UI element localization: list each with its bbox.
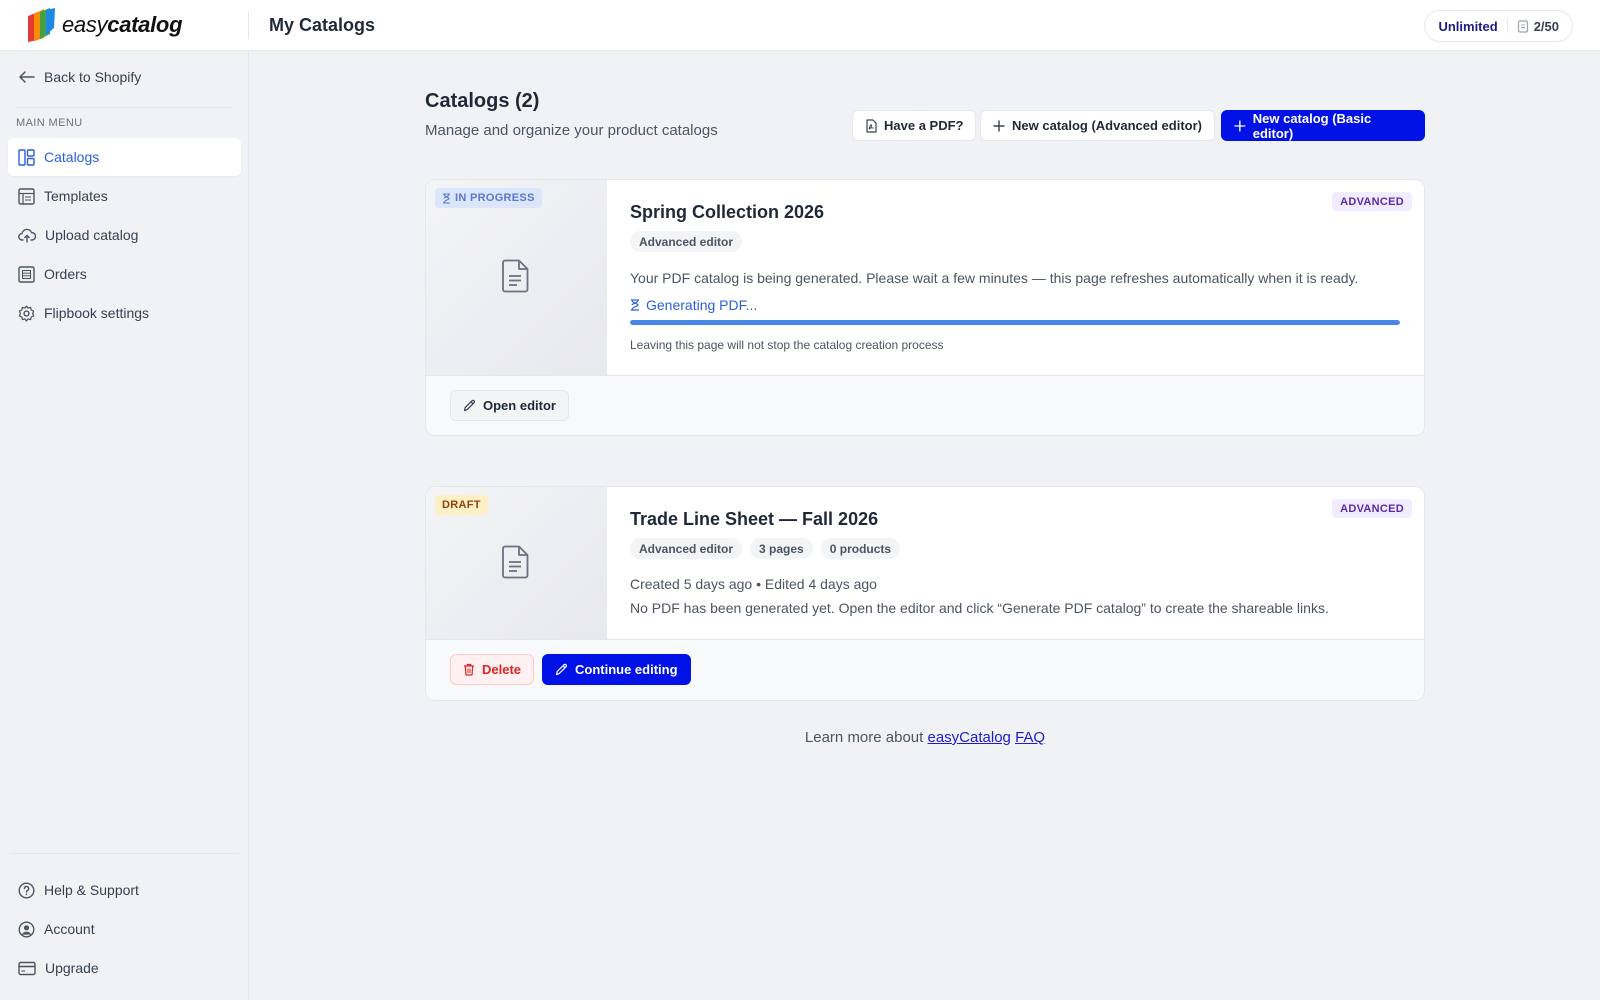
new-catalog-basic-label: New catalog (Basic editor)	[1252, 110, 1372, 141]
orders-icon	[18, 265, 35, 283]
sidebar-item-label: Help & Support	[44, 882, 139, 898]
open-editor-button[interactable]: Open editor	[450, 390, 569, 421]
card-footer: Open editor	[426, 375, 1424, 435]
arrow-left-icon	[19, 71, 35, 83]
layout-grid-icon	[18, 148, 35, 166]
faq-link[interactable]: FAQ	[1015, 729, 1045, 746]
status-badge: DRAFT	[435, 495, 488, 515]
divider	[16, 107, 232, 108]
page-title: My Catalogs	[269, 14, 376, 35]
logo-icon	[28, 8, 55, 42]
plus-icon	[993, 119, 1005, 132]
document-icon	[502, 259, 529, 293]
back-to-shopify-link[interactable]: Back to Shopify	[18, 69, 141, 85]
sidebar-item-label: Orders	[44, 266, 87, 282]
sidebar-item-templates[interactable]: Templates	[8, 177, 241, 215]
catalog-chips: Advanced editor	[630, 231, 743, 252]
catalogs-subtitle: Manage and organize your product catalog…	[425, 122, 718, 139]
catalog-thumbnail[interactable]: IN PROGRESS	[426, 180, 607, 375]
footer-prefix: Learn more about	[804, 729, 924, 746]
plan-label: Unlimited	[1438, 18, 1498, 34]
have-pdf-label: Have a PDF?	[884, 118, 964, 133]
document-icon	[502, 545, 529, 579]
brand-name: easycatalog	[62, 12, 183, 37]
usage-text: 2/50	[1533, 18, 1559, 34]
divider	[10, 853, 239, 854]
gear-icon	[18, 304, 35, 322]
sidebar-item-account[interactable]: Account	[8, 910, 241, 948]
usage-count: 2/50	[1517, 19, 1559, 34]
top-bar: easycatalog My Catalogs Unlimited 2/50	[0, 0, 1600, 51]
new-catalog-advanced-label: New catalog (Advanced editor)	[1012, 118, 1202, 133]
catalog-chips: Advanced editor 3 pages 0 products	[630, 538, 901, 559]
main-menu-heading: MAIN MENU	[16, 117, 83, 129]
sidebar-item-label: Catalogs	[44, 149, 100, 165]
card-footer: Delete Continue editing	[426, 639, 1424, 700]
sidebar-item-orders[interactable]: Orders	[8, 255, 241, 293]
catalogs-title: Catalogs (2)	[425, 90, 540, 112]
credit-card-icon	[18, 961, 36, 975]
process-note: Leaving this page will not stop the cata…	[630, 338, 944, 352]
plan-usage-badge[interactable]: Unlimited 2/50	[1424, 10, 1573, 42]
status-text: IN PROGRESS	[455, 192, 535, 204]
sidebar-item-label: Upgrade	[45, 960, 99, 976]
progress-bar-fill	[630, 320, 1400, 325]
catalogs-header: Catalogs (2) Manage and organize your pr…	[425, 90, 718, 139]
tier-badge: ADVANCED	[1332, 499, 1412, 518]
editor-chip: Advanced editor	[630, 538, 743, 559]
document-icon	[1517, 19, 1528, 33]
help-circle-icon	[18, 881, 35, 899]
sidebar-item-label: Account	[44, 921, 95, 937]
progress-bar	[630, 320, 1400, 325]
catalog-meta: Created 5 days ago • Edited 4 days ago	[630, 576, 877, 592]
have-pdf-button[interactable]: Have a PDF?	[852, 110, 977, 141]
delete-label: Delete	[482, 662, 522, 677]
trash-icon	[464, 663, 474, 676]
catalog-card-spring-collection: IN PROGRESS ADVANCED Spring Collection 2…	[425, 179, 1425, 436]
generating-status: Generating PDF...	[630, 297, 757, 313]
sidebar-item-catalogs[interactable]: Catalogs	[8, 138, 241, 176]
sidebar-item-label: Templates	[44, 188, 108, 204]
file-pdf-icon	[866, 118, 877, 133]
easycatalog-link[interactable]: easyCatalog	[928, 729, 1011, 746]
sidebar-item-help-support[interactable]: Help & Support	[8, 871, 241, 909]
divider	[1506, 19, 1508, 33]
pencil-icon	[463, 399, 475, 412]
pencil-icon	[555, 663, 567, 676]
new-catalog-basic-button[interactable]: New catalog (Basic editor)	[1221, 110, 1425, 141]
generation-message: Your PDF catalog is being generated. Ple…	[630, 270, 1359, 286]
learn-more-footer: Learn more about easyCatalog FAQ	[0, 729, 1600, 746]
new-catalog-advanced-button[interactable]: New catalog (Advanced editor)	[980, 110, 1215, 141]
catalog-thumbnail[interactable]: DRAFT	[426, 487, 607, 639]
sidebar-item-label: Flipbook settings	[44, 305, 150, 321]
sidebar-item-upload-catalog[interactable]: Upload catalog	[8, 216, 241, 254]
continue-editing-button[interactable]: Continue editing	[542, 654, 691, 685]
user-circle-icon	[18, 920, 35, 938]
products-chip: 0 products	[820, 538, 901, 559]
catalog-title[interactable]: Trade Line Sheet — Fall 2026	[630, 509, 878, 530]
delete-button[interactable]: Delete	[450, 654, 535, 685]
brand-logo[interactable]: easycatalog	[0, 8, 249, 42]
status-badge: IN PROGRESS	[435, 188, 542, 208]
plus-icon	[1234, 119, 1246, 132]
table-icon	[18, 187, 35, 205]
sidebar-item-flipbook-settings[interactable]: Flipbook settings	[8, 294, 241, 332]
catalog-title[interactable]: Spring Collection 2026	[630, 202, 824, 223]
pages-chip: 3 pages	[750, 538, 813, 559]
cloud-upload-icon	[18, 228, 36, 243]
editor-chip: Advanced editor	[630, 231, 743, 252]
back-label: Back to Shopify	[44, 69, 142, 85]
continue-editing-label: Continue editing	[575, 662, 678, 677]
generating-text: Generating PDF...	[646, 297, 758, 313]
sidebar-item-upgrade[interactable]: Upgrade	[8, 949, 241, 987]
hourglass-icon	[443, 192, 450, 204]
hourglass-icon	[631, 299, 639, 311]
sidebar-item-label: Upload catalog	[45, 227, 139, 243]
tier-badge: ADVANCED	[1332, 192, 1412, 211]
sidebar: Back to Shopify MAIN MENU Catalogs Templ…	[0, 51, 249, 1000]
no-pdf-message: No PDF has been generated yet. Open the …	[630, 600, 1329, 616]
open-editor-label: Open editor	[483, 398, 556, 413]
catalog-card-trade-line-sheet: DRAFT ADVANCED Trade Line Sheet — Fall 2…	[425, 486, 1425, 701]
